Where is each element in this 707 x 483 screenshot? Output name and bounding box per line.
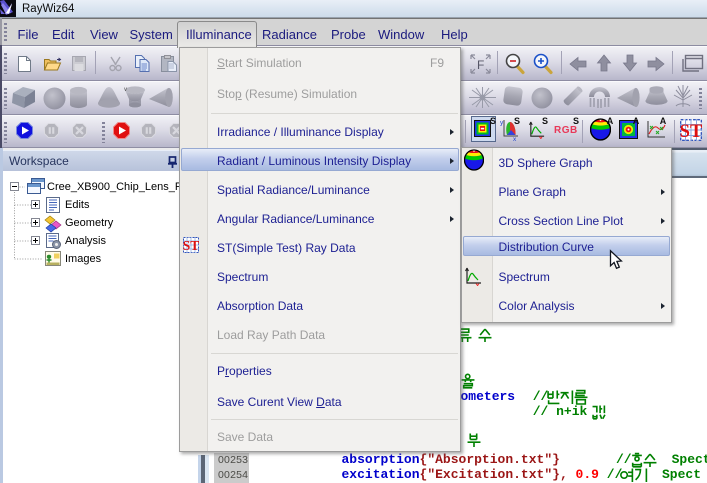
svg-text:S: S (542, 116, 548, 126)
svg-text:v: v (124, 87, 127, 93)
svg-text:A: A (607, 116, 614, 126)
svg-text:F: F (477, 58, 484, 72)
svg-text:S: S (514, 116, 520, 126)
svg-text:S: S (573, 116, 579, 126)
svg-text:y: y (500, 120, 504, 127)
svg-text:A: A (660, 116, 667, 126)
svg-text:A: A (633, 116, 640, 126)
svg-text:S: S (490, 116, 496, 126)
svg-text:RGB: RGB (554, 125, 578, 136)
